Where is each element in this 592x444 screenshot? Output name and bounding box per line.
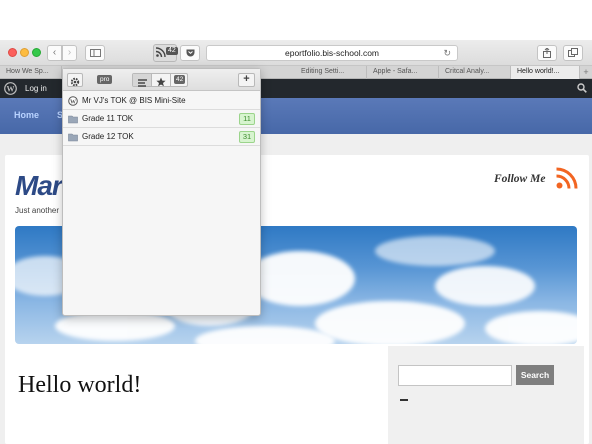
unread-count-badge[interactable]: 42 [174, 75, 186, 84]
sidebar-icon [89, 49, 101, 57]
tab-apple-safari[interactable]: Apple - Safa... [367, 66, 439, 79]
chevron-right-icon: › [67, 47, 72, 58]
wordpress-logo-icon[interactable]: W [4, 82, 17, 95]
pro-badge[interactable]: pro [97, 75, 113, 84]
safari-window: ‹ › 42 eportfolio.bis-school.com ↻ How W… [0, 0, 592, 444]
sidebar-toggle-button[interactable] [85, 45, 105, 61]
reload-icon[interactable]: ↻ [443, 46, 451, 60]
rss-icon [156, 47, 166, 57]
rss-unread-badge: 42 [166, 47, 178, 55]
share-button[interactable] [537, 45, 557, 61]
search-icon[interactable] [577, 83, 587, 93]
popup-scrollbar[interactable] [257, 92, 260, 316]
nav-home[interactable]: Home [14, 110, 39, 120]
tab-how-we[interactable]: How We Sp... [0, 66, 62, 79]
site-row[interactable]: W Mr VJ's TOK @ BIS Mini-Site [63, 92, 260, 110]
svg-text:W: W [70, 99, 76, 105]
close-window-button[interactable] [8, 48, 17, 57]
url-text: eportfolio.bis-school.com [284, 48, 379, 58]
follow-me-label: Follow Me [494, 173, 546, 185]
rss-feed-icon[interactable] [556, 167, 578, 189]
feed-label: Grade 11 TOK [82, 114, 134, 123]
tabs-icon [568, 48, 578, 57]
sidebar-widget-area [388, 346, 584, 444]
back-button[interactable]: ‹ [47, 45, 62, 61]
rss-extension-button[interactable]: 42 [153, 44, 178, 62]
tab-editing-settings[interactable]: Editing Setti... [295, 66, 367, 79]
tab-critical-analysis[interactable]: Critcal Analy... [439, 66, 511, 79]
list-icon [138, 79, 147, 87]
feed-row-grade-11[interactable]: Grade 11 TOK 11 [63, 110, 260, 128]
sidebar-divider [400, 399, 408, 401]
feed-label: Grade 12 TOK [82, 132, 134, 141]
feed-row-grade-12[interactable]: Grade 12 TOK 31 [63, 128, 260, 146]
svg-text:W: W [7, 85, 15, 94]
add-feed-button[interactable]: + [238, 73, 255, 87]
site-name: Mr VJ's TOK @ BIS Mini-Site [82, 96, 186, 105]
forward-button[interactable]: › [62, 45, 77, 61]
zoom-window-button[interactable] [32, 48, 41, 57]
list-view-button[interactable] [133, 74, 152, 87]
feed-unread-count: 11 [239, 113, 255, 125]
show-all-tabs-button[interactable] [563, 45, 583, 61]
address-bar[interactable]: eportfolio.bis-school.com ↻ [206, 45, 458, 61]
tab-hello-world[interactable]: Hello world!... [511, 66, 580, 79]
sidebar-search-input[interactable] [398, 365, 512, 386]
settings-button[interactable] [67, 73, 83, 87]
site-tagline: Just another [15, 206, 60, 215]
star-icon [156, 77, 166, 87]
feed-unread-count: 31 [239, 131, 255, 143]
pocket-button[interactable] [180, 45, 200, 61]
browser-toolbar: ‹ › 42 eportfolio.bis-school.com ↻ [0, 40, 592, 66]
folder-icon [68, 133, 78, 142]
popup-toolbar: pro 42 + [63, 69, 260, 91]
site-title[interactable]: Mar [15, 170, 63, 202]
rss-popup: pro 42 + W Mr VJ's TOK @ BIS Mini-Site G… [62, 68, 261, 316]
pocket-icon [186, 49, 194, 57]
sidebar-search-button[interactable]: Search [516, 365, 554, 385]
gear-icon [70, 77, 80, 87]
folder-icon [68, 115, 78, 124]
chevron-left-icon: ‹ [52, 47, 57, 58]
minimize-window-button[interactable] [20, 48, 29, 57]
wordpress-site-icon: W [68, 96, 78, 106]
starred-view-button[interactable] [152, 74, 171, 87]
new-tab-button[interactable]: + [580, 66, 592, 79]
login-link[interactable]: Log in [25, 79, 47, 98]
share-icon [543, 47, 551, 58]
post-title[interactable]: Hello world! [18, 372, 141, 399]
